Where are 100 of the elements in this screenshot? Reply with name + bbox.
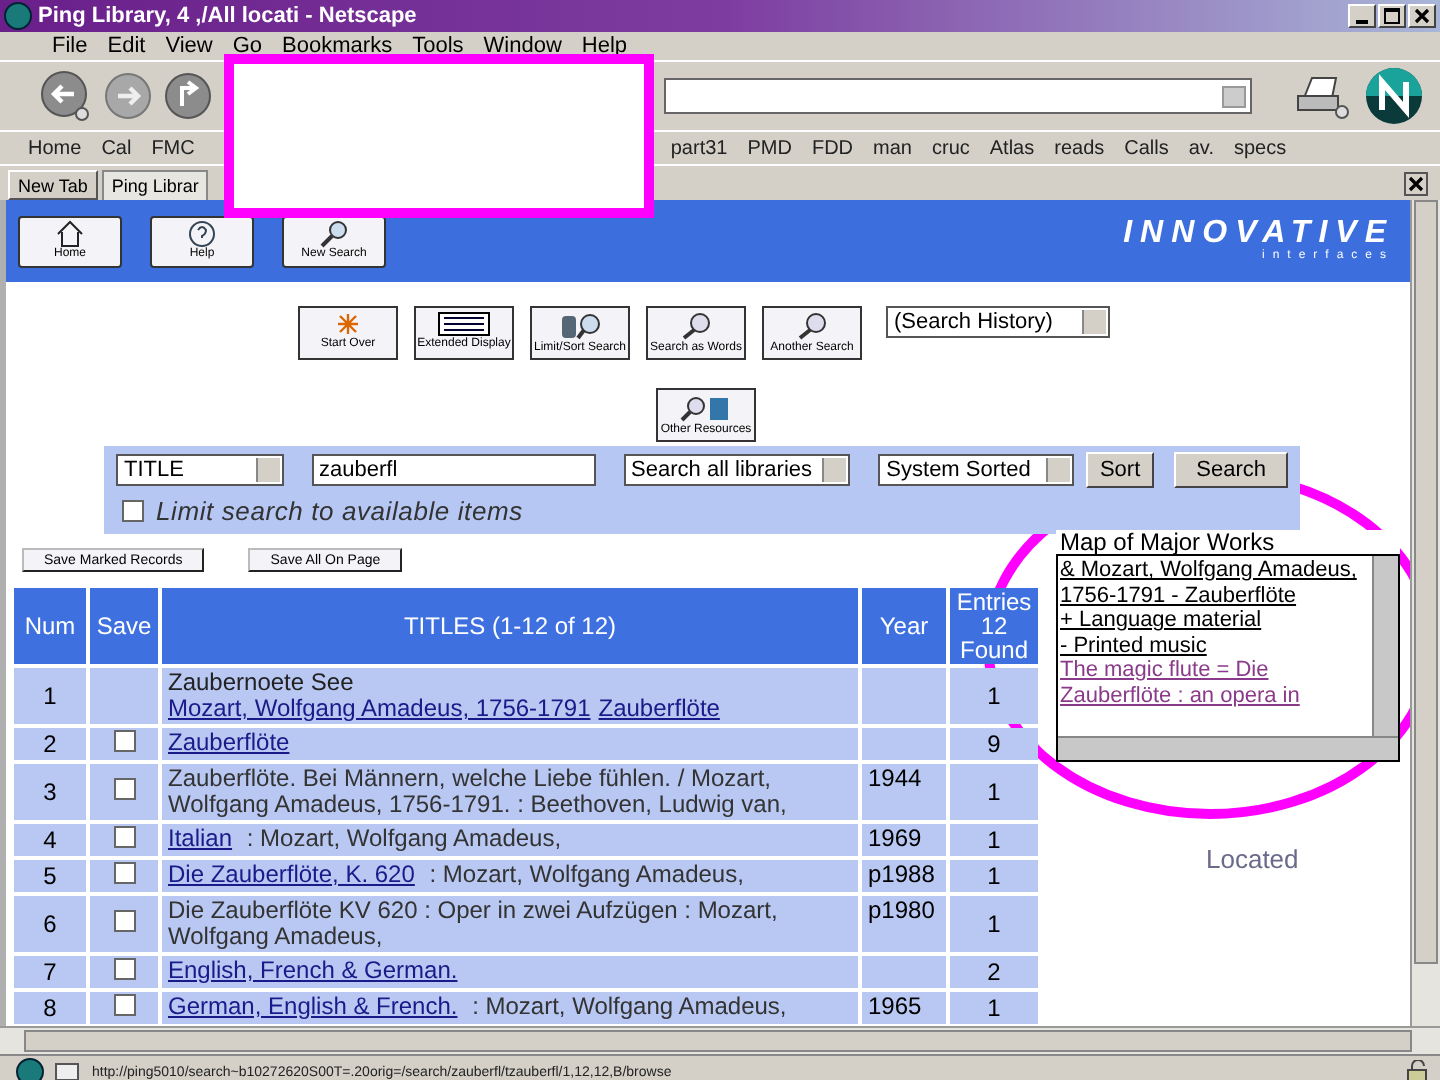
menu-item[interactable]: Help [581, 34, 628, 58]
title-link[interactable]: German, English & French. [168, 992, 458, 1020]
save-checkbox[interactable] [113, 778, 135, 800]
title-link[interactable]: Zauberflöte [168, 728, 290, 756]
sort-select[interactable]: System Sorted [878, 454, 1074, 486]
search-button[interactable]: Search [1174, 452, 1289, 488]
menu-item[interactable]: Edit [107, 34, 146, 58]
title-text: Zaubernoete [168, 668, 305, 696]
save-checkbox[interactable] [113, 994, 135, 1016]
table-cell: 1965 [868, 992, 922, 1020]
bookmark-link[interactable]: Calls [1124, 137, 1169, 159]
bookmark-link[interactable]: reads [1054, 137, 1105, 159]
back-icon[interactable] [40, 70, 92, 122]
menu-item[interactable]: Tools [412, 34, 464, 58]
table-cell: 9 [950, 728, 1038, 760]
star-icon [334, 312, 362, 336]
scrollbar[interactable] [1058, 736, 1398, 760]
search-input[interactable]: zauberfl [311, 454, 596, 486]
maximize-icon [1384, 8, 1400, 24]
table-cell: 1969 [868, 824, 922, 852]
minimize-button[interactable] [1348, 4, 1376, 28]
column-header: Entries 12 Found [950, 588, 1038, 664]
map-link[interactable]: The magic flute = Die Zauberflöte : an opera in [1060, 658, 1372, 708]
bookmark-link[interactable]: man [873, 137, 912, 159]
menu-item[interactable]: View [165, 34, 213, 58]
magnifier-book-icon [680, 394, 732, 422]
title-text: Zauberflöte. Bei Männern, welche Liebe fühlen. / Mozart, Wolfgang Amadeus, 1756-1791. : Beethoven, Ludwig van, [168, 764, 787, 818]
search-icon [318, 219, 350, 247]
close-icon [1408, 176, 1424, 192]
close-button[interactable] [1408, 4, 1436, 28]
sort-button[interactable]: Sort [1085, 452, 1155, 488]
bookmark-link[interactable]: specs [1233, 137, 1287, 159]
title-text: : Mozart, Wolfgang Amadeus, [427, 860, 744, 888]
table-cell: 1 [950, 992, 1038, 1024]
table-cell: 1 [950, 896, 1038, 952]
table-cell: p1988 [868, 860, 935, 888]
scrollbar[interactable] [0, 1026, 1440, 1054]
bookmark-link[interactable]: av. [1188, 137, 1214, 159]
table-cell: 1 [950, 668, 1038, 724]
bookmark-link[interactable]: part31 [670, 137, 728, 159]
close-tab-button[interactable] [1404, 172, 1428, 196]
bookmark-link[interactable]: PMD [747, 137, 792, 159]
map-link[interactable]: - Printed music [1060, 633, 1372, 658]
table-cell: 2 [950, 956, 1038, 988]
title-text: See [308, 668, 354, 696]
title-link[interactable]: Zauberflöte [598, 694, 720, 722]
search-history-select[interactable]: (Search History) [886, 306, 1110, 338]
map-link[interactable]: & Mozart, Wolfgang Amadeus, 1756-1791 - Zauberflöte [1060, 558, 1372, 608]
bookmark-link[interactable]: Cal [101, 137, 132, 159]
netscape-icon [4, 2, 32, 30]
scrollbar[interactable] [1372, 556, 1398, 736]
close-icon [1414, 8, 1430, 24]
bookmark-link[interactable]: cruc [931, 137, 970, 159]
table-cell: 2 [14, 728, 86, 760]
column-header: Year [862, 588, 946, 664]
save-checkbox[interactable] [113, 862, 135, 884]
reload-icon[interactable] [164, 72, 212, 120]
maximize-button[interactable] [1378, 4, 1406, 28]
help-icon [186, 219, 218, 247]
list-icon [438, 312, 490, 336]
bookmark-link[interactable]: FDD [811, 137, 854, 159]
menu-item[interactable]: Window [483, 34, 562, 58]
save-checkbox[interactable] [113, 826, 135, 848]
table-cell: 7 [14, 956, 86, 988]
address-field[interactable] [664, 78, 1252, 114]
map-link[interactable]: + Language material [1060, 608, 1372, 633]
bookmark-link[interactable]: FMC [151, 137, 195, 159]
title-link[interactable]: Mozart, Wolfgang Amadeus, 1756-1791 [168, 694, 591, 722]
title-link[interactable]: Die Zauberflöte, K. 620 [168, 860, 415, 888]
lock-icon [1404, 1060, 1432, 1080]
title-text: Die Zauberflöte KV 620 : Oper in zwei Aufzügen : Mozart, Wolfgang Amadeus, [168, 896, 778, 950]
new-tab-button[interactable]: New Tab [8, 170, 98, 200]
scrollbar[interactable] [1410, 200, 1440, 1026]
browser-tab[interactable]: Ping Librar [101, 170, 209, 200]
bookmark-link[interactable]: Atlas [989, 137, 1035, 159]
forward-icon[interactable] [104, 72, 152, 120]
bookmark-link[interactable]: Home [28, 137, 82, 159]
library-select[interactable]: Search all libraries [623, 454, 851, 486]
popup-label: Map of Major Works [1058, 530, 1277, 554]
menu-item[interactable]: Bookmarks [282, 34, 393, 58]
limit-checkbox[interactable] [122, 500, 144, 522]
title-link[interactable]: Italian [168, 824, 233, 852]
column-header: Save [90, 588, 158, 664]
save-checkbox[interactable] [113, 958, 135, 980]
menu-item[interactable]: File [52, 34, 88, 58]
table-cell: 6 [14, 896, 86, 952]
table-cell: 1 [950, 764, 1038, 820]
menu-item[interactable]: Go [232, 34, 263, 58]
table-cell: 4 [14, 824, 86, 856]
save-checkbox[interactable] [113, 730, 135, 752]
located-label: Located [1206, 844, 1299, 874]
limit-label: Limit search to available items [156, 496, 523, 526]
search-index-select[interactable]: TITLE [116, 454, 284, 486]
table-cell: 1944 [868, 764, 922, 792]
column-header: TITLES (1-12 of 12) [162, 588, 858, 664]
table-cell: 1 [950, 824, 1038, 856]
column-header: Num [14, 588, 86, 664]
save-checkbox[interactable] [113, 910, 135, 932]
table-cell: 5 [14, 860, 86, 892]
table-cell: 3 [14, 764, 86, 820]
